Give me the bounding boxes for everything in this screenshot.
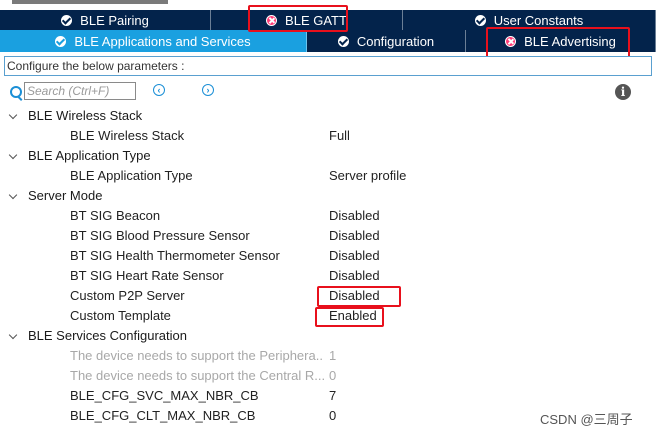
tab-ble-advertising[interactable]: BLE Advertising — [466, 30, 656, 52]
parameter-value[interactable]: Server profile — [329, 166, 406, 186]
group-label: Server Mode — [28, 188, 103, 203]
watermark: CSDN @三周子 — [540, 412, 633, 427]
tab-ble-gatt[interactable]: BLE GATT — [211, 10, 403, 30]
check-circle-icon — [55, 35, 67, 47]
check-circle-icon — [474, 14, 486, 26]
parameter-row[interactable]: BLE Wireless Stack Full — [0, 126, 656, 146]
tab-label: BLE Applications and Services — [74, 33, 251, 49]
parameter-row[interactable]: BLE Application Type Server profile — [0, 166, 656, 186]
tab-configuration[interactable]: Configuration — [307, 30, 466, 52]
group-label: BLE Application Type — [28, 148, 151, 163]
tab-ble-pairing[interactable]: BLE Pairing — [0, 10, 211, 30]
parameter-value[interactable]: Enabled — [329, 306, 377, 326]
parameter-row[interactable]: Custom P2P Server Disabled — [0, 286, 656, 306]
parameter-value[interactable]: Disabled — [329, 226, 380, 246]
error-circle-icon — [266, 14, 278, 26]
parameter-row[interactable]: BT SIG Health Thermometer Sensor Disabled — [0, 246, 656, 266]
tree-group[interactable]: BLE Services Configuration — [0, 326, 656, 346]
chevron-down-icon[interactable] — [8, 110, 18, 120]
parameter-row[interactable]: BLE_CFG_SVC_MAX_NBR_CB 7 — [0, 386, 656, 406]
parameter-value[interactable]: Disabled — [329, 266, 380, 286]
group-label: BLE Services Configuration — [28, 328, 187, 343]
parameter-value[interactable]: Disabled — [329, 206, 380, 226]
parameter-label: Custom P2P Server — [70, 288, 185, 303]
parameter-label: Custom Template — [70, 308, 171, 323]
parameter-row: The device needs to support the Peripher… — [0, 346, 656, 366]
error-circle-icon — [505, 35, 517, 47]
parameter-label: BLE_CFG_CLT_MAX_NBR_CB — [70, 408, 256, 423]
parameter-row[interactable]: BT SIG Beacon Disabled — [0, 206, 656, 226]
parameter-row[interactable]: Custom Template Enabled — [0, 306, 656, 326]
chevron-down-icon[interactable] — [8, 190, 18, 200]
scroll-stub — [12, 0, 168, 4]
chevron-down-icon[interactable] — [8, 330, 18, 340]
check-circle-icon — [337, 35, 349, 47]
search-icon[interactable] — [10, 86, 22, 98]
parameter-row[interactable]: BT SIG Blood Pressure Sensor Disabled — [0, 226, 656, 246]
parameter-value[interactable]: Full — [329, 126, 350, 146]
parameter-label: BT SIG Heart Rate Sensor — [70, 268, 224, 283]
parameter-label: The device needs to support the Central … — [70, 368, 324, 383]
search-input[interactable] — [24, 82, 136, 100]
check-circle-icon — [61, 14, 73, 26]
previous-result-icon[interactable]: ‹ — [153, 84, 165, 96]
info-icon[interactable]: i — [615, 84, 631, 100]
parameter-value[interactable]: Disabled — [329, 286, 380, 306]
parameter-label: BLE_CFG_SVC_MAX_NBR_CB — [70, 388, 259, 403]
parameter-value: 1 — [329, 348, 337, 363]
parameter-row: The device needs to support the Central … — [0, 366, 656, 386]
parameter-label: BLE Application Type — [70, 168, 193, 183]
top-edge — [0, 0, 656, 8]
parameter-value[interactable]: 0 — [329, 406, 336, 426]
next-result-icon[interactable]: › — [202, 84, 214, 96]
search-toolbar: ‹ › i — [0, 80, 656, 104]
parameter-value: 0 — [329, 368, 337, 383]
parameter-label: The device needs to support the Peripher… — [70, 348, 324, 363]
tab-label: BLE Pairing — [80, 12, 149, 28]
tab-user-constants[interactable]: User Constants — [403, 10, 656, 30]
parameter-label: BT SIG Blood Pressure Sensor — [70, 228, 250, 243]
parameter-label: BLE Wireless Stack — [70, 128, 185, 143]
tree-group[interactable]: BLE Application Type — [0, 146, 656, 166]
tab-label: BLE GATT — [285, 12, 347, 28]
tree-group[interactable]: BLE Wireless Stack — [0, 106, 656, 126]
tab-row-bottom: BLE Applications and Services Configurati… — [0, 30, 656, 52]
parameter-label: BT SIG Beacon — [70, 208, 161, 223]
config-caption: Configure the below parameters : — [4, 56, 652, 76]
tab-ble-applications-and-services[interactable]: BLE Applications and Services — [0, 30, 307, 52]
tab-label: BLE Advertising — [524, 33, 616, 49]
chevron-down-icon[interactable] — [8, 150, 18, 160]
tab-label: User Constants — [493, 12, 584, 28]
parameter-value[interactable]: Disabled — [329, 246, 380, 266]
parameter-value[interactable]: 7 — [329, 386, 336, 406]
parameter-label: BT SIG Health Thermometer Sensor — [70, 248, 280, 263]
tree-group[interactable]: Server Mode — [0, 186, 656, 206]
tab-row-top: BLE Pairing BLE GATT User Constants — [0, 10, 656, 30]
parameter-row[interactable]: BT SIG Heart Rate Sensor Disabled — [0, 266, 656, 286]
group-label: BLE Wireless Stack — [28, 108, 143, 123]
tab-label: Configuration — [356, 33, 435, 49]
